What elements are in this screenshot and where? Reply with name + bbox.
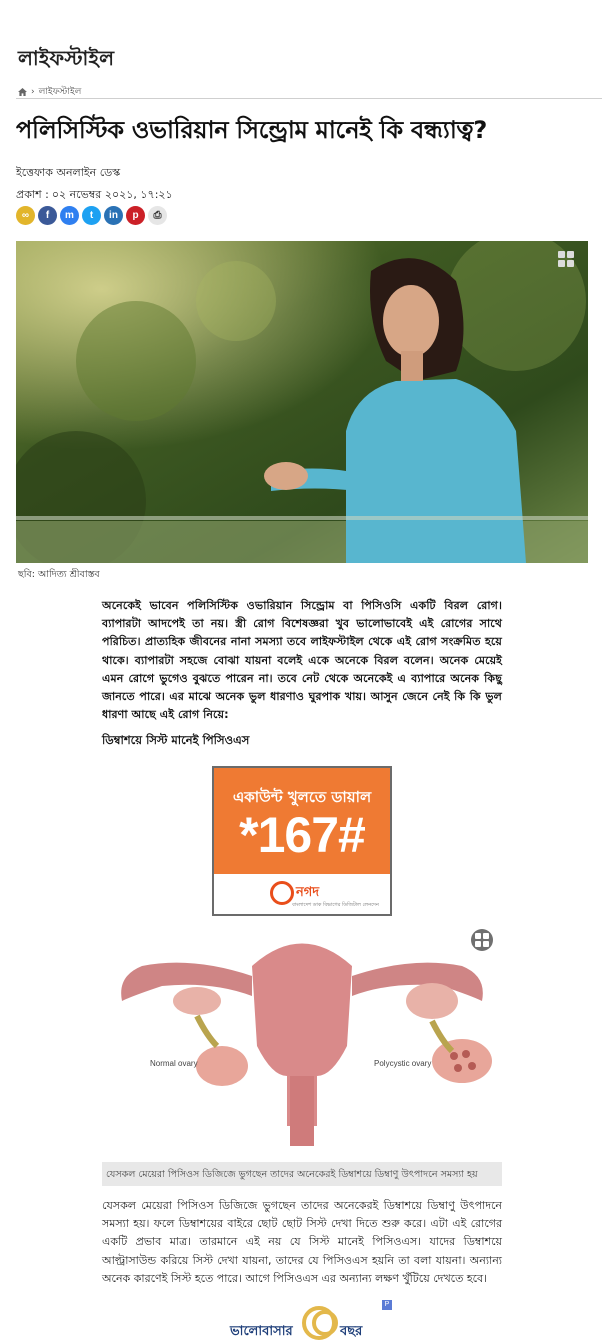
section-title[interactable]: লাইফস্টাইল <box>18 44 114 77</box>
label-polycystic-ovary: Polycystic ovary <box>374 1059 431 1068</box>
hero-caption: ছবি: আদিত্য শ্রীবাস্তব <box>18 569 100 580</box>
divider <box>16 98 602 99</box>
ad-footer: নগদ বাংলাদেশ ডাক বিভাগের ডিজিটাল লেনদেন <box>214 874 390 914</box>
ad-text: বছর <box>340 1324 363 1339</box>
ad-ring-icon <box>312 1310 338 1336</box>
advertisement-nagad[interactable]: একাউন্ট খুলতে ডায়াল *167# নগদ বাংলাদেশ … <box>212 766 392 916</box>
share-bar: ∞ f m t in p ⎙ <box>16 206 167 225</box>
breadcrumb: › লাইফস্টাইল <box>18 84 81 99</box>
label-normal-ovary: Normal ovary <box>150 1059 198 1068</box>
article-date: প্রকাশ :০২ নভেম্বর ২০২১, ১৭:২১ <box>16 186 173 205</box>
home-icon[interactable] <box>18 87 27 96</box>
linkedin-icon[interactable]: in <box>104 206 123 225</box>
nagad-logo-icon <box>270 881 294 905</box>
article-byline: ইত্তেফাক অনলাইন ডেস্ক <box>16 166 121 179</box>
ad-brand: নগদ <box>296 885 320 900</box>
article-paragraph: অনেকেই ভাবেন পলিসিস্টিক ওভারিয়ান সিন্ড্… <box>102 599 502 722</box>
published-value: ০২ নভেম্বর ২০২১, ১৭:২১ <box>51 188 173 201</box>
print-icon[interactable]: ⎙ <box>148 206 167 225</box>
svg-text:Polycystic ovary: Polycystic ovary <box>374 1059 431 1068</box>
article-subheading: ডিম্বাশয়ে সিস্ট মানেই পিসিওএস <box>102 733 250 747</box>
published-label: প্রকাশ : <box>16 188 49 201</box>
article-headline: পলিসিস্টিক ওভারিয়ান সিন্ড্রোম মানেই কি … <box>16 116 487 144</box>
ad-code: *167# <box>239 807 366 863</box>
svg-text:Normal ovary: Normal ovary <box>150 1059 198 1068</box>
pinterest-icon[interactable]: p <box>126 206 145 225</box>
twitter-icon[interactable]: t <box>82 206 101 225</box>
gallery-icon[interactable] <box>558 251 574 267</box>
ad-text: ভালোবাসার <box>230 1324 293 1339</box>
gallery-icon[interactable] <box>471 929 493 951</box>
hero-image[interactable] <box>16 241 588 563</box>
messenger-icon[interactable]: m <box>60 206 79 225</box>
facebook-icon[interactable]: f <box>38 206 57 225</box>
image-caption: যেসকল মেয়েরা পিসিওস ডিজিজে ভুগছেন তাদের… <box>102 1162 502 1186</box>
breadcrumb-current[interactable]: লাইফস্টাইল <box>39 84 82 99</box>
ovary-illustration[interactable]: Normal ovary Polycystic ovary <box>102 926 502 1158</box>
hero-photo <box>16 241 588 563</box>
advertisement-bottom[interactable]: ভালোবাসার বছর P <box>222 1300 392 1344</box>
breadcrumb-separator: › <box>31 86 35 97</box>
ad-choice-icon[interactable]: P <box>382 1300 392 1310</box>
ad-tagline: বাংলাদেশ ডাক বিভাগের ডিজিটাল লেনদেন <box>292 902 379 908</box>
article-paragraph: যেসকল মেয়েরা পিসিওস ডিজিজে ভুগছেন তাদের… <box>102 1199 502 1285</box>
link-icon[interactable]: ∞ <box>16 206 35 225</box>
